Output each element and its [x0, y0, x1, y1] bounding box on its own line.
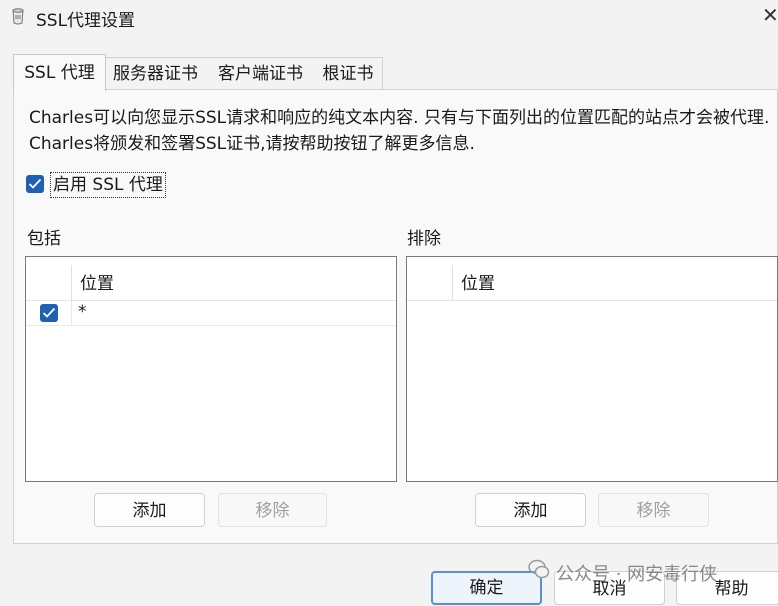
exclude-section-title: 排除	[407, 229, 441, 249]
checkmark-icon	[42, 307, 56, 318]
exclude-location-list[interactable]: 位置	[406, 256, 778, 482]
include-location-list[interactable]: 位置 *	[25, 256, 397, 482]
location-value: *	[78, 302, 87, 322]
location-column-header[interactable]: 位置	[80, 269, 114, 294]
include-remove-button[interactable]: 移除	[218, 493, 327, 527]
enable-ssl-checkbox[interactable]	[26, 175, 44, 193]
column-divider	[452, 265, 453, 300]
close-icon[interactable]: ✕	[762, 3, 778, 27]
enable-ssl-label[interactable]: 启用 SSL 代理	[50, 172, 166, 198]
exclude-list-header: 位置	[407, 257, 777, 301]
tab-label: 服务器证书	[113, 64, 198, 84]
tab-ssl-proxy[interactable]: SSL 代理	[13, 54, 106, 91]
exclude-add-button[interactable]: 添加	[475, 493, 586, 527]
column-divider	[71, 301, 72, 325]
tab-label: 根证书	[322, 64, 374, 84]
include-list-header: 位置	[26, 257, 396, 301]
table-row[interactable]: *	[26, 301, 396, 326]
tab-root-certificate[interactable]: 根证书	[314, 57, 383, 90]
wechat-icon	[528, 559, 550, 579]
exclude-remove-button[interactable]: 移除	[598, 493, 709, 527]
watermark-text: 公众号 · 网安毒行侠	[556, 564, 718, 585]
ok-button[interactable]: 确定	[431, 571, 542, 605]
window-title: SSL代理设置	[36, 11, 136, 31]
tab-client-certificates[interactable]: 客户端证书	[207, 57, 315, 90]
tab-server-certificates[interactable]: 服务器证书	[104, 57, 208, 90]
location-column-header[interactable]: 位置	[461, 269, 495, 294]
charles-app-icon	[12, 8, 24, 25]
row-enabled-checkbox[interactable]	[40, 304, 58, 322]
description-text: Charles可以向您显示SSL请求和响应的纯文本内容. 只有与下面列出的位置匹…	[29, 108, 770, 154]
title-bar: SSL代理设置 ✕	[0, 0, 778, 36]
tab-label: SSL 代理	[24, 63, 95, 83]
include-section-title: 包括	[27, 229, 61, 249]
column-divider	[71, 265, 72, 300]
checkmark-icon	[28, 178, 42, 189]
tab-label: 客户端证书	[218, 64, 303, 84]
include-add-button[interactable]: 添加	[94, 493, 205, 527]
